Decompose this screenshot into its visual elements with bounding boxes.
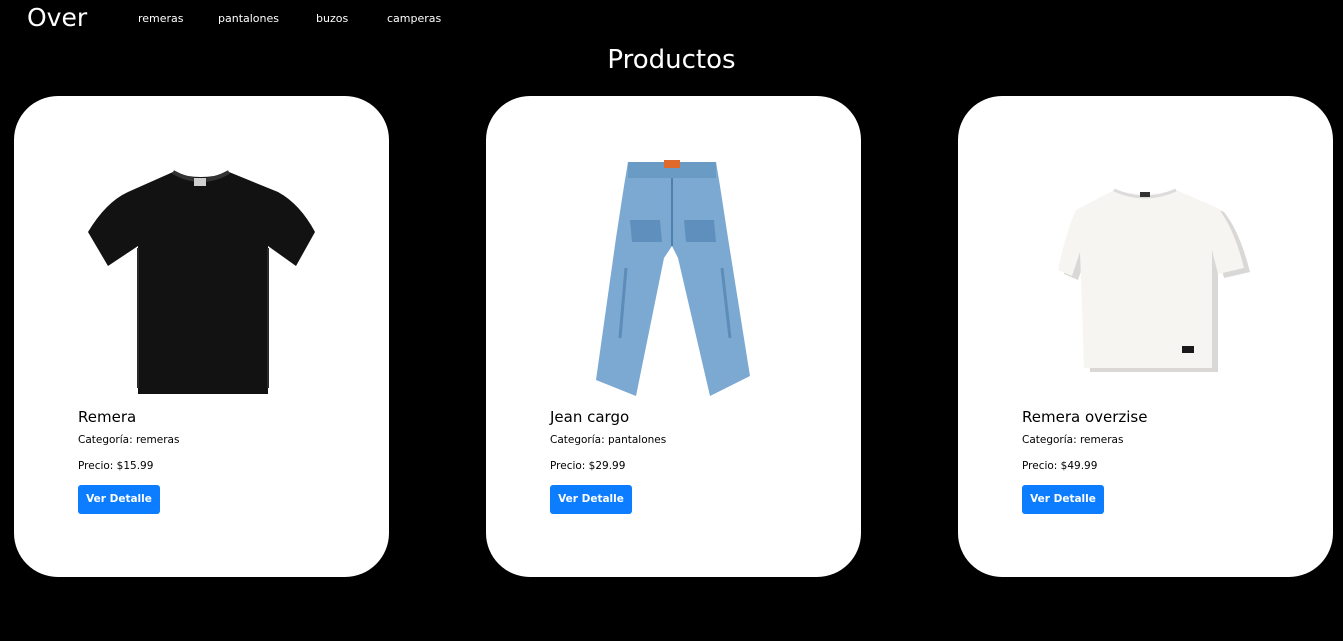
card-body: Remera overzise Categoría: remeras Preci… — [1022, 407, 1147, 514]
nav-link-buzos[interactable]: buzos — [316, 12, 348, 26]
card-body: Remera Categoría: remeras Precio: $15.99… — [78, 407, 179, 514]
brand-logo[interactable]: Over — [27, 2, 87, 34]
product-title: Remera — [78, 408, 137, 426]
product-category: Categoría: pantalones — [550, 434, 667, 446]
product-title: Jean cargo — [550, 408, 630, 426]
product-price: Precio: $29.99 — [550, 460, 626, 472]
black-tshirt-image — [78, 148, 325, 406]
white-tshirt-image — [1022, 148, 1269, 406]
navbar: Over remeras pantalones buzos camperas — [0, 0, 1343, 38]
product-card: Remera overzise Categoría: remeras Preci… — [958, 96, 1333, 577]
product-title: Remera overzise — [1022, 408, 1148, 426]
product-category: Categoría: remeras — [78, 434, 180, 446]
view-detail-button[interactable]: Ver Detalle — [78, 485, 160, 514]
product-price: Precio: $15.99 — [78, 460, 154, 472]
product-price: Precio: $49.99 — [1022, 460, 1098, 472]
nav-link-remeras[interactable]: remeras — [138, 12, 184, 26]
page-title: Productos — [607, 45, 736, 75]
product-card: Jean cargo Categoría: pantalones Precio:… — [486, 96, 861, 577]
nav-link-camperas[interactable]: camperas — [387, 12, 441, 26]
product-category: Categoría: remeras — [1022, 434, 1124, 446]
nav-link-pantalones[interactable]: pantalones — [218, 12, 279, 26]
product-card: Remera Categoría: remeras Precio: $15.99… — [14, 96, 389, 577]
card-body: Jean cargo Categoría: pantalones Precio:… — [550, 407, 666, 514]
blue-jeans-image — [550, 148, 797, 406]
view-detail-button[interactable]: Ver Detalle — [1022, 485, 1104, 514]
view-detail-button[interactable]: Ver Detalle — [550, 485, 632, 514]
